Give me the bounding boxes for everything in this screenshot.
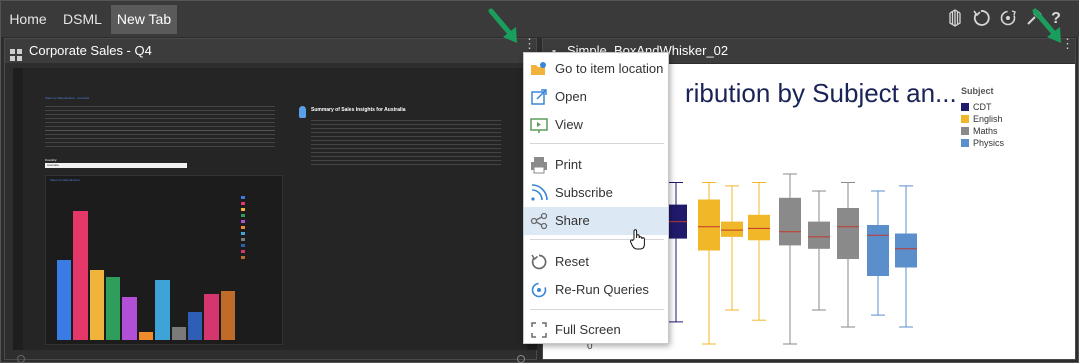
panel-corporate-sales: Corporate Sales - Q4 ⋮ Sales by Manufact… <box>4 37 537 363</box>
scroll-left-icon[interactable] <box>17 355 25 363</box>
report-bar <box>155 279 170 340</box>
report-bar <box>122 296 137 340</box>
app-window: Home DSML New Tab ? Corporate Sales - Q4… <box>0 0 1079 363</box>
report-page: Sales by Manufacturer - Australia Summar… <box>23 68 527 350</box>
filter-label: Country <box>45 158 57 162</box>
filter-value: Australia <box>47 163 59 167</box>
menu-item-rerun-queries[interactable]: Re-Run Queries <box>524 276 668 304</box>
reset-icon <box>530 253 548 271</box>
hand-cursor-icon <box>629 229 647 256</box>
panel-body: Sales by Manufacturer - Australia Summar… <box>5 64 537 363</box>
country-filter[interactable]: Australia <box>45 163 187 168</box>
report-bar <box>89 270 105 340</box>
share-icon <box>530 212 548 230</box>
tab-dsml[interactable]: DSML <box>56 5 109 34</box>
menu-divider <box>530 309 664 310</box>
tab-new-tab[interactable]: New Tab <box>111 5 177 34</box>
open-external-icon <box>530 88 548 106</box>
summary-paragraph <box>311 120 501 166</box>
panel-kebab-icon[interactable]: ⋮ <box>523 37 536 50</box>
panel-title: Corporate Sales - Q4 <box>29 43 152 58</box>
printer-icon <box>530 156 548 174</box>
report-legend-swatch <box>241 244 245 247</box>
refresh-icon[interactable] <box>998 9 1018 29</box>
report-bar <box>204 293 219 340</box>
report-legend-swatch <box>241 238 245 241</box>
scroll-right-icon[interactable] <box>517 355 525 363</box>
box-plot-mark <box>721 221 743 237</box>
report-bar <box>171 327 186 340</box>
report-paragraph-2 <box>45 130 275 150</box>
box-plot-mark <box>779 197 801 246</box>
summary-heading: Summary of Sales Insights for Australia <box>311 107 406 113</box>
report-legend <box>241 196 277 266</box>
view-presentation-icon <box>530 116 548 134</box>
tab-home[interactable]: Home <box>4 5 52 34</box>
rerun-queries-icon <box>530 281 548 299</box>
report-bar <box>187 312 203 340</box>
menu-divider <box>530 143 664 144</box>
report-paragraph <box>45 106 275 132</box>
report-legend-swatch <box>241 220 245 223</box>
report-bar <box>73 211 88 340</box>
report-legend-swatch <box>241 250 245 253</box>
lightbulb-icon <box>299 106 306 118</box>
box-plot-mark <box>748 214 770 241</box>
report-bar-area <box>56 200 236 340</box>
menu-item-subscribe[interactable]: Subscribe <box>524 179 668 207</box>
report-bar <box>57 260 72 340</box>
report-bar <box>106 277 121 340</box>
box-plot-mark <box>698 199 720 251</box>
subscribe-feed-icon <box>530 184 548 202</box>
fullscreen-icon <box>530 321 548 339</box>
report-legend-swatch <box>241 202 245 205</box>
menu-item-full-screen[interactable]: Full Screen <box>524 316 668 344</box>
context-menu: Go to item location Open View Print Subs… <box>523 52 669 344</box>
layout-icon[interactable] <box>945 9 965 29</box>
folder-location-icon <box>530 60 548 78</box>
report-subtitle: Sales by Manufacturer - Australia <box>45 96 90 100</box>
box-plot-mark <box>867 225 889 276</box>
report-legend-swatch <box>241 256 245 259</box>
menu-item-print[interactable]: Print <box>524 151 668 179</box>
report-legend-swatch <box>241 196 245 199</box>
annotation-arrow-icon-right <box>1032 8 1061 43</box>
box-plot-mark <box>808 221 830 249</box>
annotation-arrow-icon <box>488 8 517 43</box>
menu-item-go-to-location[interactable]: Go to item location <box>524 55 668 83</box>
report-legend-swatch <box>241 232 245 235</box>
box-plot-mark <box>895 233 917 268</box>
box-plot-mark <box>837 208 859 259</box>
report-legend-swatch <box>241 208 245 211</box>
report-legend-swatch <box>241 214 245 217</box>
tab-bar: Home DSML New Tab ? <box>1 1 1079 37</box>
menu-item-view[interactable]: View <box>524 111 668 139</box>
report-chart-title: Sales by Manufacturer <box>50 178 81 182</box>
menu-item-open[interactable]: Open <box>524 83 668 111</box>
undo-icon[interactable] <box>971 9 991 29</box>
report-legend-swatch <box>241 226 245 229</box>
panel-header: Corporate Sales - Q4 ⋮ <box>5 37 536 63</box>
report-bar <box>138 331 154 340</box>
report-thumbnail: Sales by Manufacturer - Australia Summar… <box>13 68 537 350</box>
report-chart: Sales by Manufacturer <box>45 175 283 345</box>
report-bar <box>220 291 235 340</box>
